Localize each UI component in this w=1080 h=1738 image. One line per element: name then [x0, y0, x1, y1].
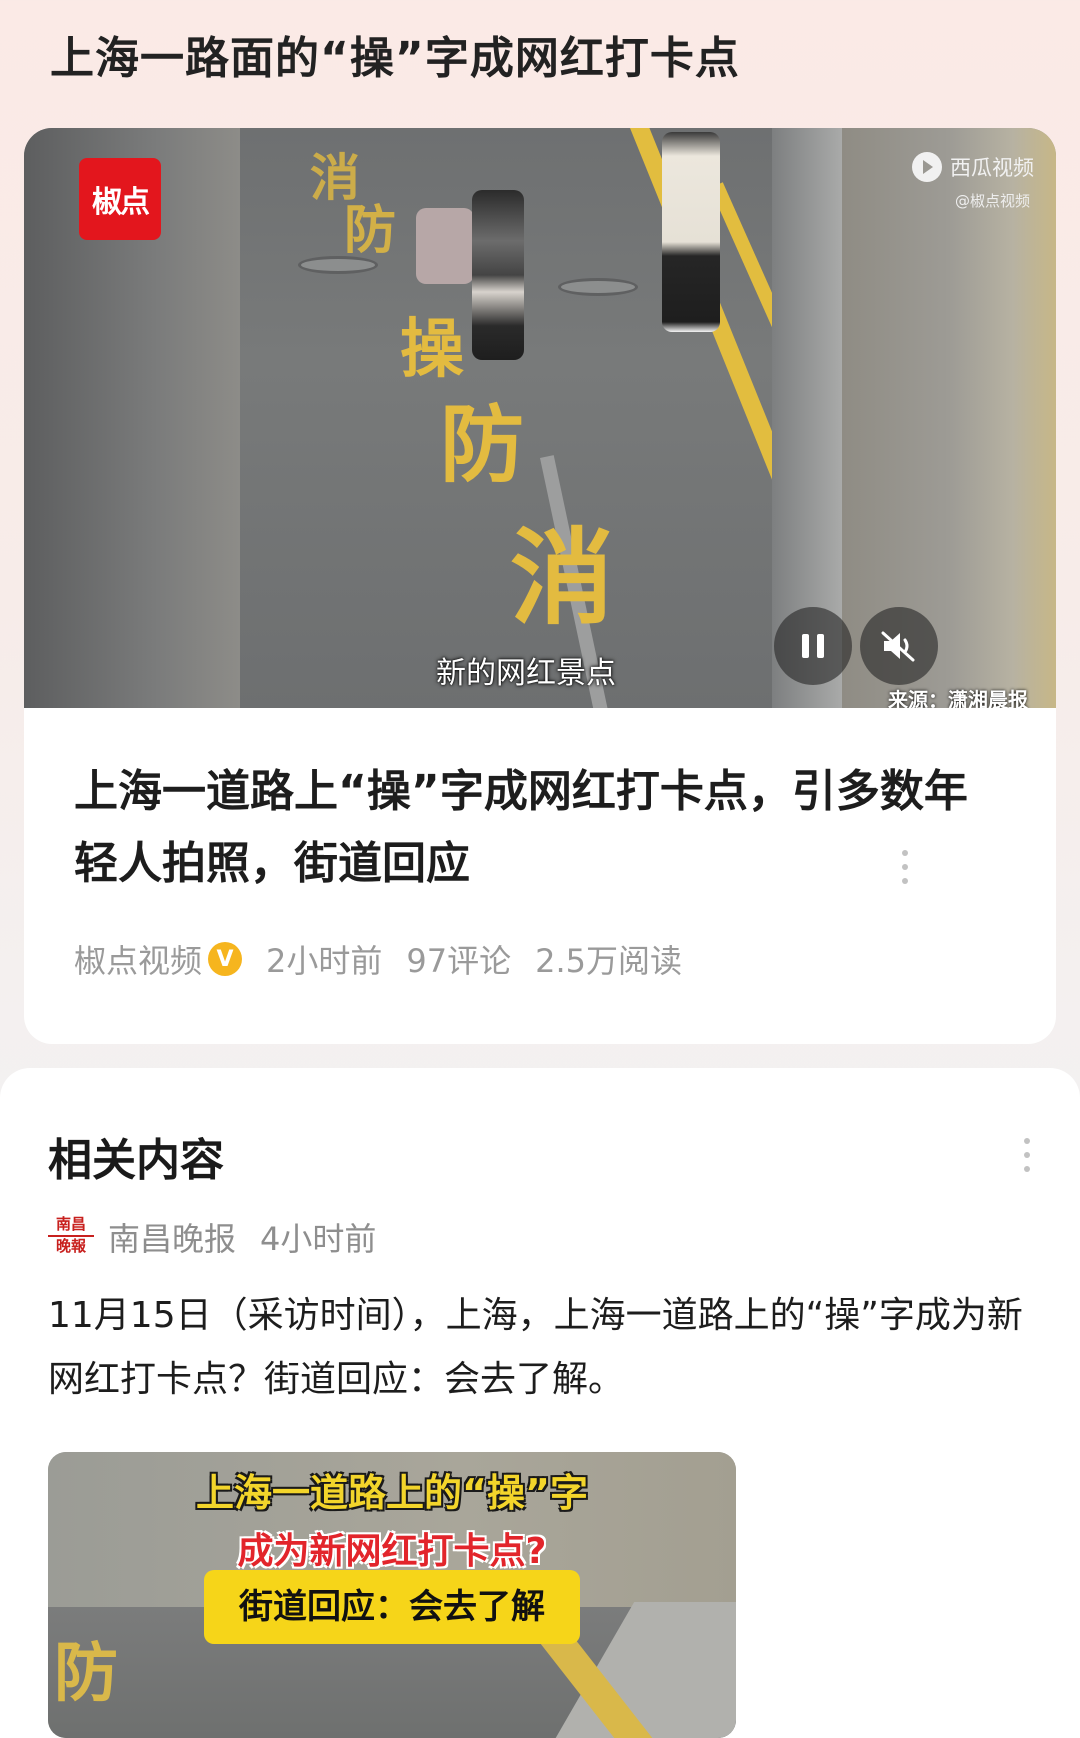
video-subtitle: 新的网红景点	[436, 656, 616, 691]
nanchang-evening-news-logo: 南昌 晚報	[48, 1216, 94, 1258]
thumb-caption-line2: 成为新网红打卡点?	[237, 1531, 547, 1572]
read-count: 2.5万阅读	[535, 942, 683, 980]
pause-button[interactable]	[774, 607, 852, 685]
article-headline[interactable]: 上海一道路上“操”字成网红打卡点，引多数年轻人拍照，街道回应	[74, 756, 1004, 900]
comment-count[interactable]: 97评论	[406, 936, 511, 982]
thumb-road-char: 防	[54, 1637, 118, 1711]
more-options-icon[interactable]	[902, 850, 908, 884]
topic-title: 上海一路面的“操”字成网红打卡点	[50, 33, 740, 84]
pause-icon	[802, 634, 824, 658]
related-article-text[interactable]: 11月15日（采访时间），上海，上海一道路上的“操”字成为新网红打卡点？街道回应…	[48, 1284, 1038, 1412]
person-standing-center	[472, 190, 524, 360]
thumb-caption-line1: 上海一道路上的“操”字	[196, 1471, 588, 1515]
related-source-row[interactable]: 南昌 晚報 南昌晚报 4小时前	[48, 1214, 376, 1260]
road-char-fang: 防	[440, 396, 525, 494]
xigua-video-icon	[912, 152, 942, 182]
related-publish-time: 4小时前	[260, 1220, 377, 1258]
platform-handle: @椒点视频	[954, 192, 1030, 210]
related-more-options-icon[interactable]	[1024, 1138, 1030, 1172]
related-content-card: 相关内容 南昌 晚報 南昌晚报 4小时前 11月15日（采访时间），上海，上海一…	[0, 1068, 1080, 1738]
related-source-name[interactable]: 南昌晚报	[108, 1214, 236, 1260]
news-card[interactable]: 消 防 操 防 消 椒点 西瓜视频 @椒点视频 新的网红景点 来源：潇湘晨报 上…	[24, 128, 1056, 1044]
channel-logo: 椒点	[79, 158, 161, 240]
verified-badge-icon: V	[208, 942, 243, 976]
article-meta: 椒点视频 V 2小时前 97评论 2.5万阅读	[74, 936, 682, 982]
video-source: 来源：潇湘晨报	[888, 688, 1028, 708]
thumb-caption-line3: 街道回应：会去了解	[204, 1570, 580, 1644]
video-road-scene: 消 防 操 防 消	[240, 128, 975, 708]
author-name[interactable]: 椒点视频	[74, 936, 202, 982]
logo-text-top: 南昌	[55, 1215, 86, 1233]
mute-button[interactable]	[860, 607, 938, 685]
road-char-cao: 操	[400, 313, 464, 387]
road-char-xiao: 消	[510, 517, 615, 639]
publish-time: 2小时前	[266, 942, 383, 980]
related-video-thumbnail[interactable]: 防 上海一道路上的“操”字 成为新网红打卡点? 街道回应：会去了解	[48, 1452, 736, 1738]
person-crouching	[416, 208, 474, 284]
person-standing-right	[662, 132, 720, 332]
platform-watermark: 西瓜视频	[912, 152, 1034, 182]
logo-text-bottom: 晚報	[55, 1237, 86, 1255]
video-player[interactable]: 消 防 操 防 消 椒点 西瓜视频 @椒点视频 新的网红景点 来源：潇湘晨报	[24, 128, 1056, 708]
platform-name: 西瓜视频	[950, 156, 1034, 180]
related-heading: 相关内容	[48, 1135, 224, 1186]
speaker-muted-icon	[881, 631, 915, 662]
